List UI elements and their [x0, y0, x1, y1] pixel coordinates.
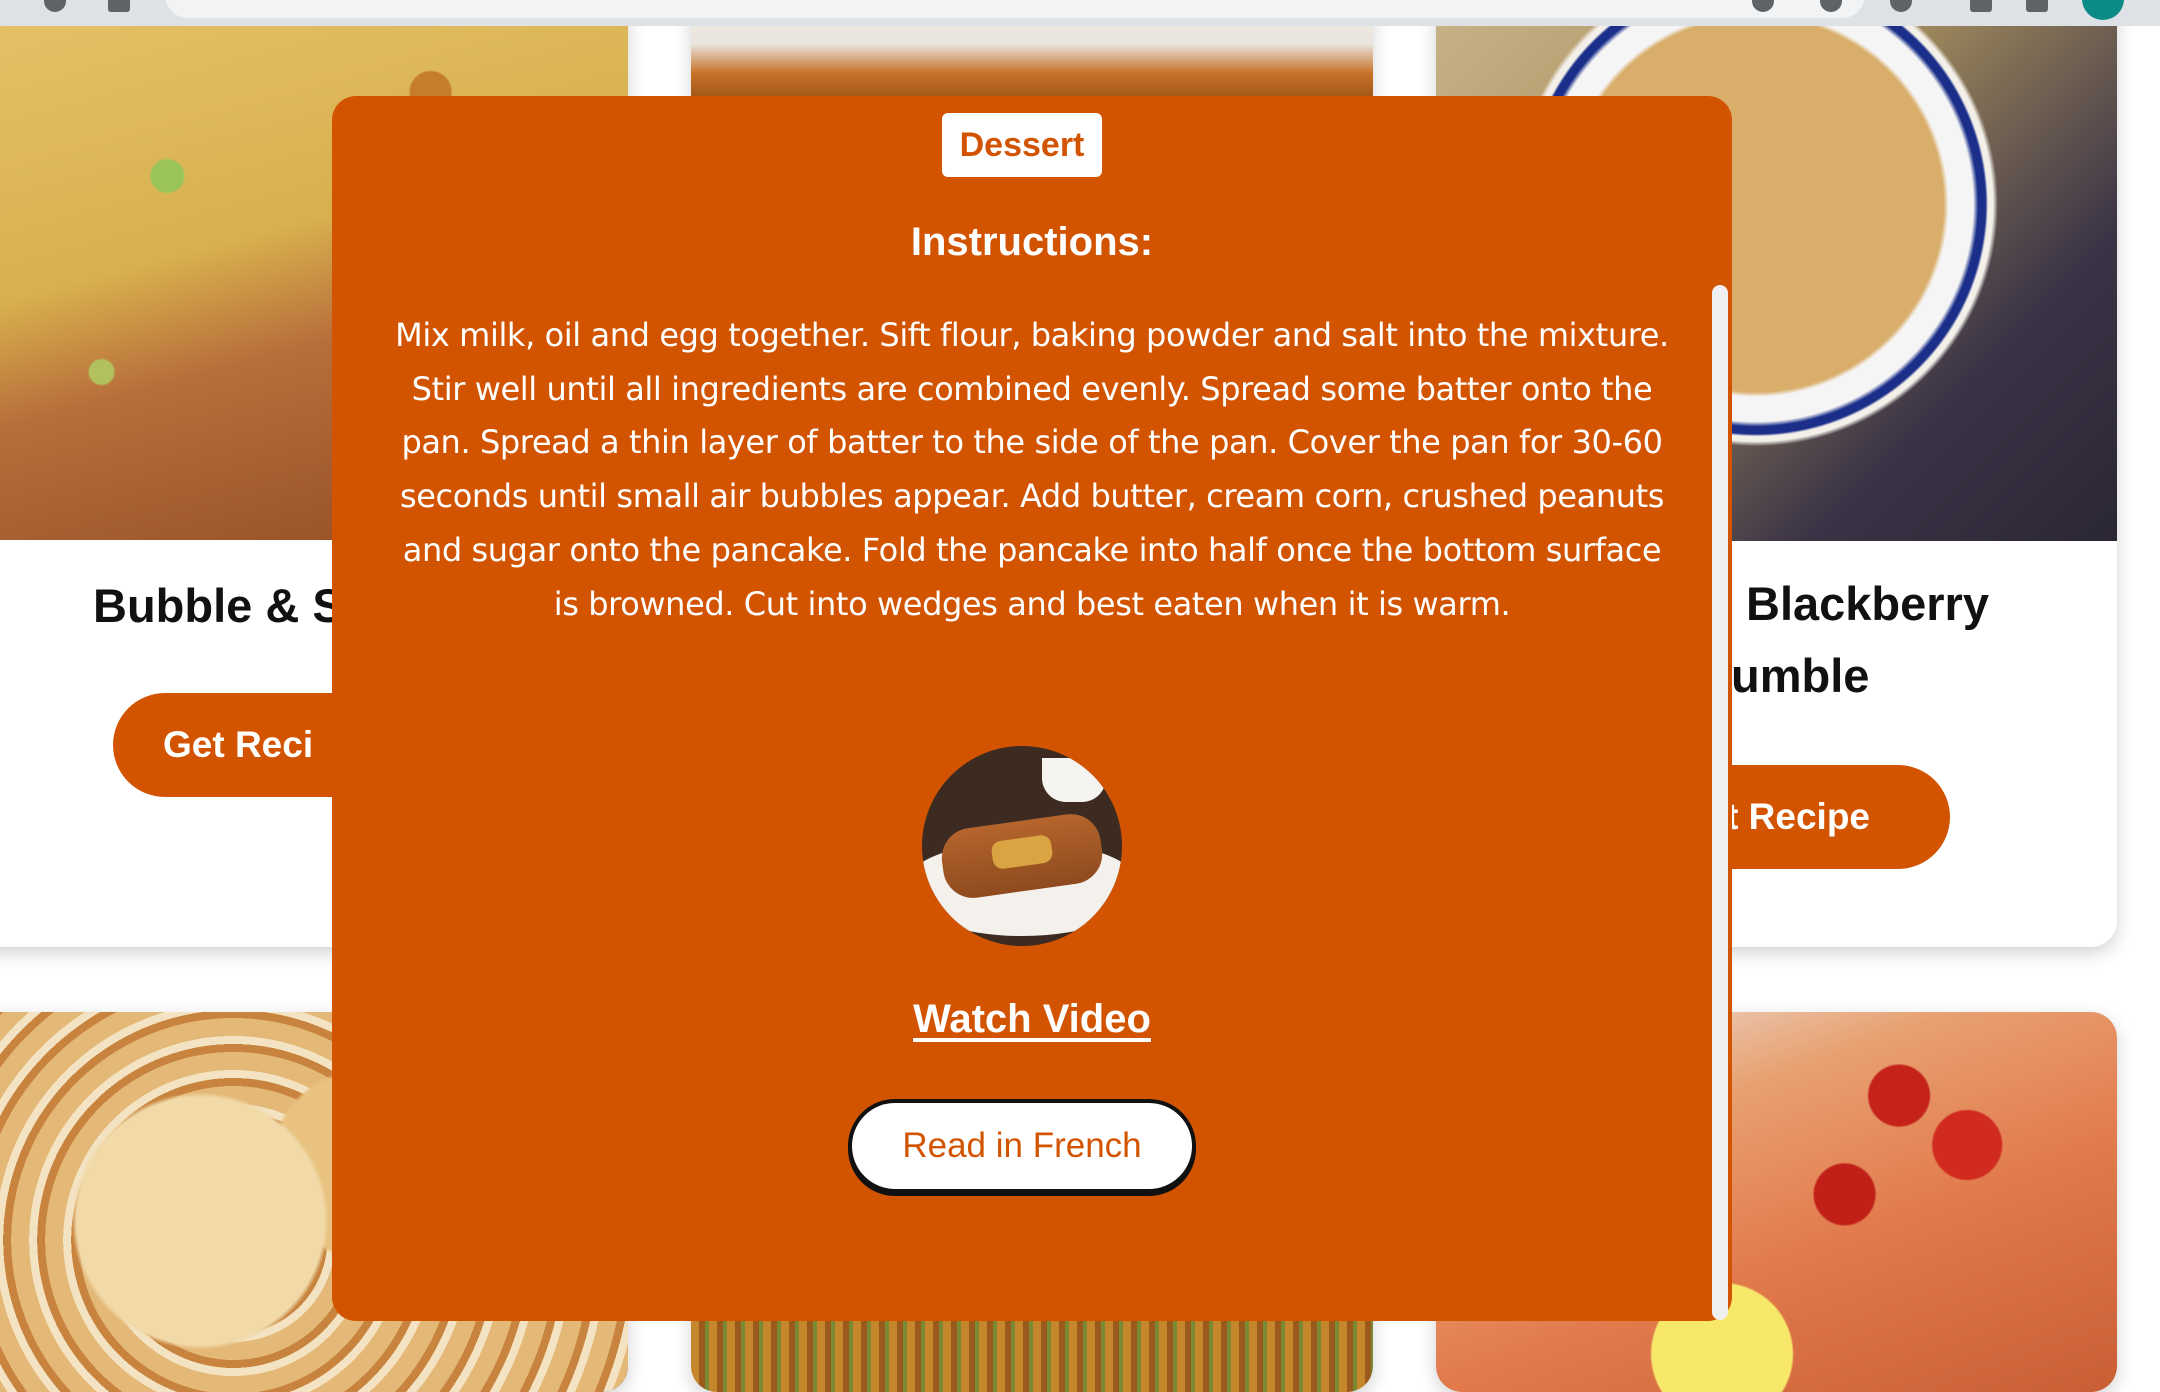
recipe-title-line1: Blackberry — [1746, 577, 1989, 630]
home-icon[interactable] — [108, 0, 130, 12]
video-thumbnail[interactable] — [922, 746, 1122, 946]
recipe-details-modal: Dessert Instructions: Mix milk, oil and … — [332, 96, 1732, 1321]
reload-icon[interactable] — [44, 0, 66, 12]
category-tag: Dessert — [942, 113, 1102, 177]
profile-avatar[interactable] — [2082, 0, 2124, 20]
modal-scrollbar[interactable] — [1712, 285, 1728, 1320]
read-in-french-button[interactable]: Read in French — [848, 1099, 1196, 1193]
instructions-text: Mix milk, oil and egg together. Sift flo… — [395, 316, 1669, 623]
browser-toolbar — [0, 0, 2160, 26]
sidebar-icon[interactable] — [2026, 0, 2048, 12]
address-bar[interactable] — [165, 0, 1865, 18]
cup-graphic — [1042, 758, 1106, 802]
recipe-title-line2: umble — [1731, 649, 1870, 702]
instructions-heading: Instructions: — [910, 220, 1154, 264]
watch-video-link[interactable]: Watch Video — [332, 994, 1732, 1044]
extension-icon[interactable] — [1890, 0, 1912, 12]
extensions-puzzle-icon[interactable] — [1970, 0, 1992, 12]
